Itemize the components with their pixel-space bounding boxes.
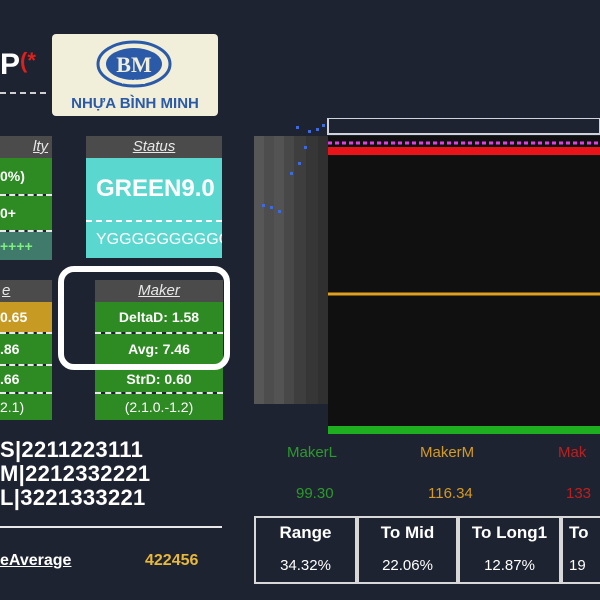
chart-gray-bar (264, 136, 274, 404)
chart-blue-dot (296, 126, 299, 129)
status-panel: Status GREEN9.0 YGGGGGGGGGG (86, 136, 222, 258)
svg-text:NHỰA BÌNH MINH: NHỰA BÌNH MINH (71, 95, 199, 112)
brand-logo: BM PLASCO NHỰA BÌNH MINH (52, 34, 218, 116)
average-label: eAverage (0, 552, 72, 569)
chart-plot-bg (328, 136, 600, 426)
code-l-line: L|3221333221 (0, 485, 146, 510)
chart-gray-bar (254, 136, 264, 404)
left-mid-header: e (0, 280, 52, 302)
svg-text:BM: BM (116, 52, 152, 77)
chart-area (254, 117, 600, 436)
status-code: YGGGGGGGGGG (86, 220, 222, 258)
left-mid-row2: .86 (0, 334, 52, 364)
chart-gray-bar (318, 136, 328, 404)
maker-h-label: Mak (558, 444, 587, 461)
left-mid-panel: e 0.65 .86 .66 2.1) (0, 280, 52, 420)
code-s-line: S|2211223111 (0, 437, 144, 462)
stat-to-long1: To Long1 12.87% (458, 516, 561, 584)
page-title-star: (* (20, 48, 36, 73)
chart-blue-dot (304, 146, 307, 149)
chart-blue-dot (278, 210, 281, 213)
status-header: Status (86, 136, 222, 158)
chart-blue-dot (316, 128, 319, 131)
maker-m-label: MakerM (420, 444, 475, 461)
code-divider (0, 526, 222, 528)
left-top-row3: ++++ (0, 232, 52, 260)
chart-gray-bar (284, 136, 294, 404)
stat-to-mid: To Mid 22.06% (357, 516, 458, 584)
stat-range: Range 34.32% (254, 516, 357, 584)
title-underline (0, 92, 46, 94)
code-m-line: M|2212332221 (0, 461, 151, 486)
bm-logo-icon: BM PLASCO NHỰA BÌNH MINH (71, 40, 199, 112)
status-value: GREEN9.0 (86, 158, 222, 220)
chart-top-frame (327, 117, 600, 135)
maker-l-label: MakerL (287, 444, 338, 461)
chart-gray-bar (306, 136, 318, 404)
chart-blue-dot (322, 124, 325, 127)
maker-pattern: (2.1.0.-1.2) (95, 394, 223, 420)
left-top-row2: 0+ (0, 196, 52, 230)
stat-to-long1-value: 12.87% (484, 557, 535, 574)
stat-to-mid-value: 22.06% (382, 557, 433, 574)
left-top-header: lty (0, 136, 52, 158)
chart-blue-dot (298, 162, 301, 165)
highlight-annotation (58, 266, 230, 370)
left-mid-row1: 0.65 (0, 302, 52, 332)
chart-gray-bar (274, 136, 284, 404)
maker-l-value: 99.30 (296, 485, 334, 502)
chart-gray-bar (294, 136, 306, 404)
page-title-text: P (0, 48, 21, 81)
stat-range-value: 34.32% (280, 557, 331, 574)
page-title: P(* (0, 48, 36, 82)
left-top-panel: lty 0%) 0+ ++++ (0, 136, 52, 260)
stat-to-long1-label: To Long1 (471, 523, 548, 542)
chart-blue-dot (262, 204, 265, 207)
left-mid-row4: 2.1) (0, 394, 52, 420)
chart-green-line (328, 426, 600, 434)
stat-to-partial-value: 19 (569, 557, 586, 574)
stat-to-partial-label: To (569, 523, 589, 542)
chart-blue-dot (270, 206, 273, 209)
chart-blue-dot (308, 130, 311, 133)
maker-m-value: 116.34 (428, 485, 473, 502)
maker-h-value: 133 (566, 485, 592, 502)
stat-to-partial: To 19 (561, 516, 600, 584)
svg-text:PLASCO: PLASCO (122, 80, 147, 86)
left-mid-row3: .66 (0, 366, 52, 392)
stat-to-mid-label: To Mid (380, 523, 435, 542)
left-top-row1: 0%) (0, 158, 52, 194)
stat-range-label: Range (279, 523, 332, 542)
average-value: 422456 (145, 552, 199, 569)
chart-red-line (328, 147, 600, 155)
chart-svg (254, 117, 600, 434)
chart-blue-dot (290, 172, 293, 175)
